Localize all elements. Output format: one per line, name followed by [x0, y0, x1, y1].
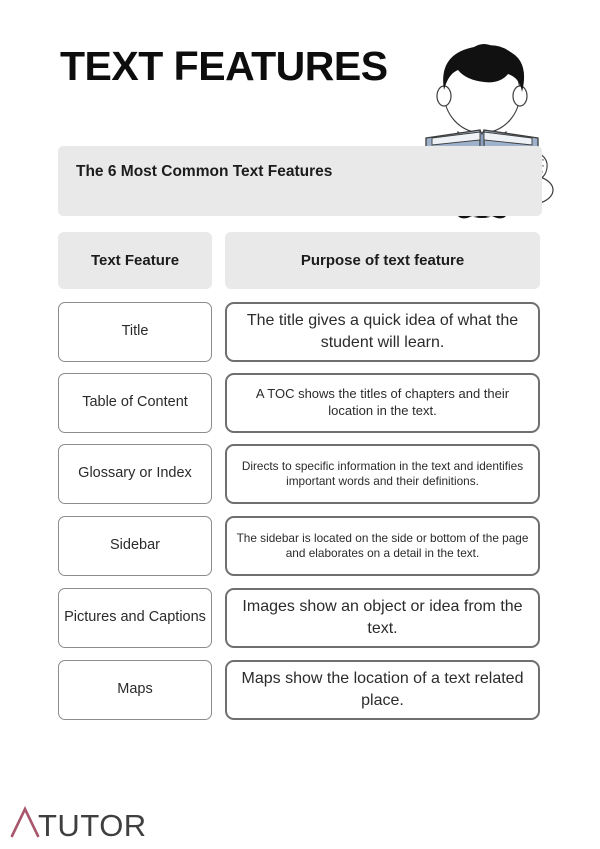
svg-text:TUTOR: TUTOR	[38, 808, 147, 840]
purpose-cell: The sidebar is located on the side or bo…	[225, 516, 540, 576]
column-header-text-feature: Text Feature	[58, 232, 212, 289]
feature-cell: Maps	[58, 660, 212, 720]
feature-cell: Table of Content	[58, 373, 212, 433]
feature-cell: Sidebar	[58, 516, 212, 576]
purpose-text: The sidebar is located on the side or bo…	[236, 530, 529, 560]
purpose-text: The title gives a quick idea of what the…	[246, 312, 519, 351]
purpose-cell: Images show an object or idea from the t…	[225, 588, 540, 648]
purpose-cell: Maps show the location of a text related…	[225, 660, 540, 720]
purpose-cell: A TOC shows the titles of chapters and t…	[225, 373, 540, 433]
purpose-text: Directs to specific information in the t…	[241, 458, 524, 488]
infographic-page: TEXT FEATURES The 6 Most Common Text Fea…	[0, 0, 600, 849]
purpose-cell: The title gives a quick idea of what the…	[225, 302, 540, 362]
page-title: TEXT FEATURES	[60, 43, 388, 89]
purpose-text: Images show an object or idea from the t…	[242, 598, 523, 637]
feature-cell: Title	[58, 302, 212, 362]
feature-cell: Pictures and Captions	[58, 588, 212, 648]
subtitle-text: The 6 Most Common Text Features	[76, 163, 333, 180]
purpose-text: A TOC shows the titles of chapters and t…	[255, 386, 510, 418]
subtitle-banner: The 6 Most Common Text Features	[58, 146, 542, 216]
purpose-text: Maps show the location of a text related…	[241, 670, 524, 709]
purpose-cell: Directs to specific information in the t…	[225, 444, 540, 504]
atutor-logo[interactable]: TUTOR	[10, 806, 150, 840]
column-header-purpose: Purpose of text feature	[225, 232, 540, 289]
feature-cell: Glossary or Index	[58, 444, 212, 504]
